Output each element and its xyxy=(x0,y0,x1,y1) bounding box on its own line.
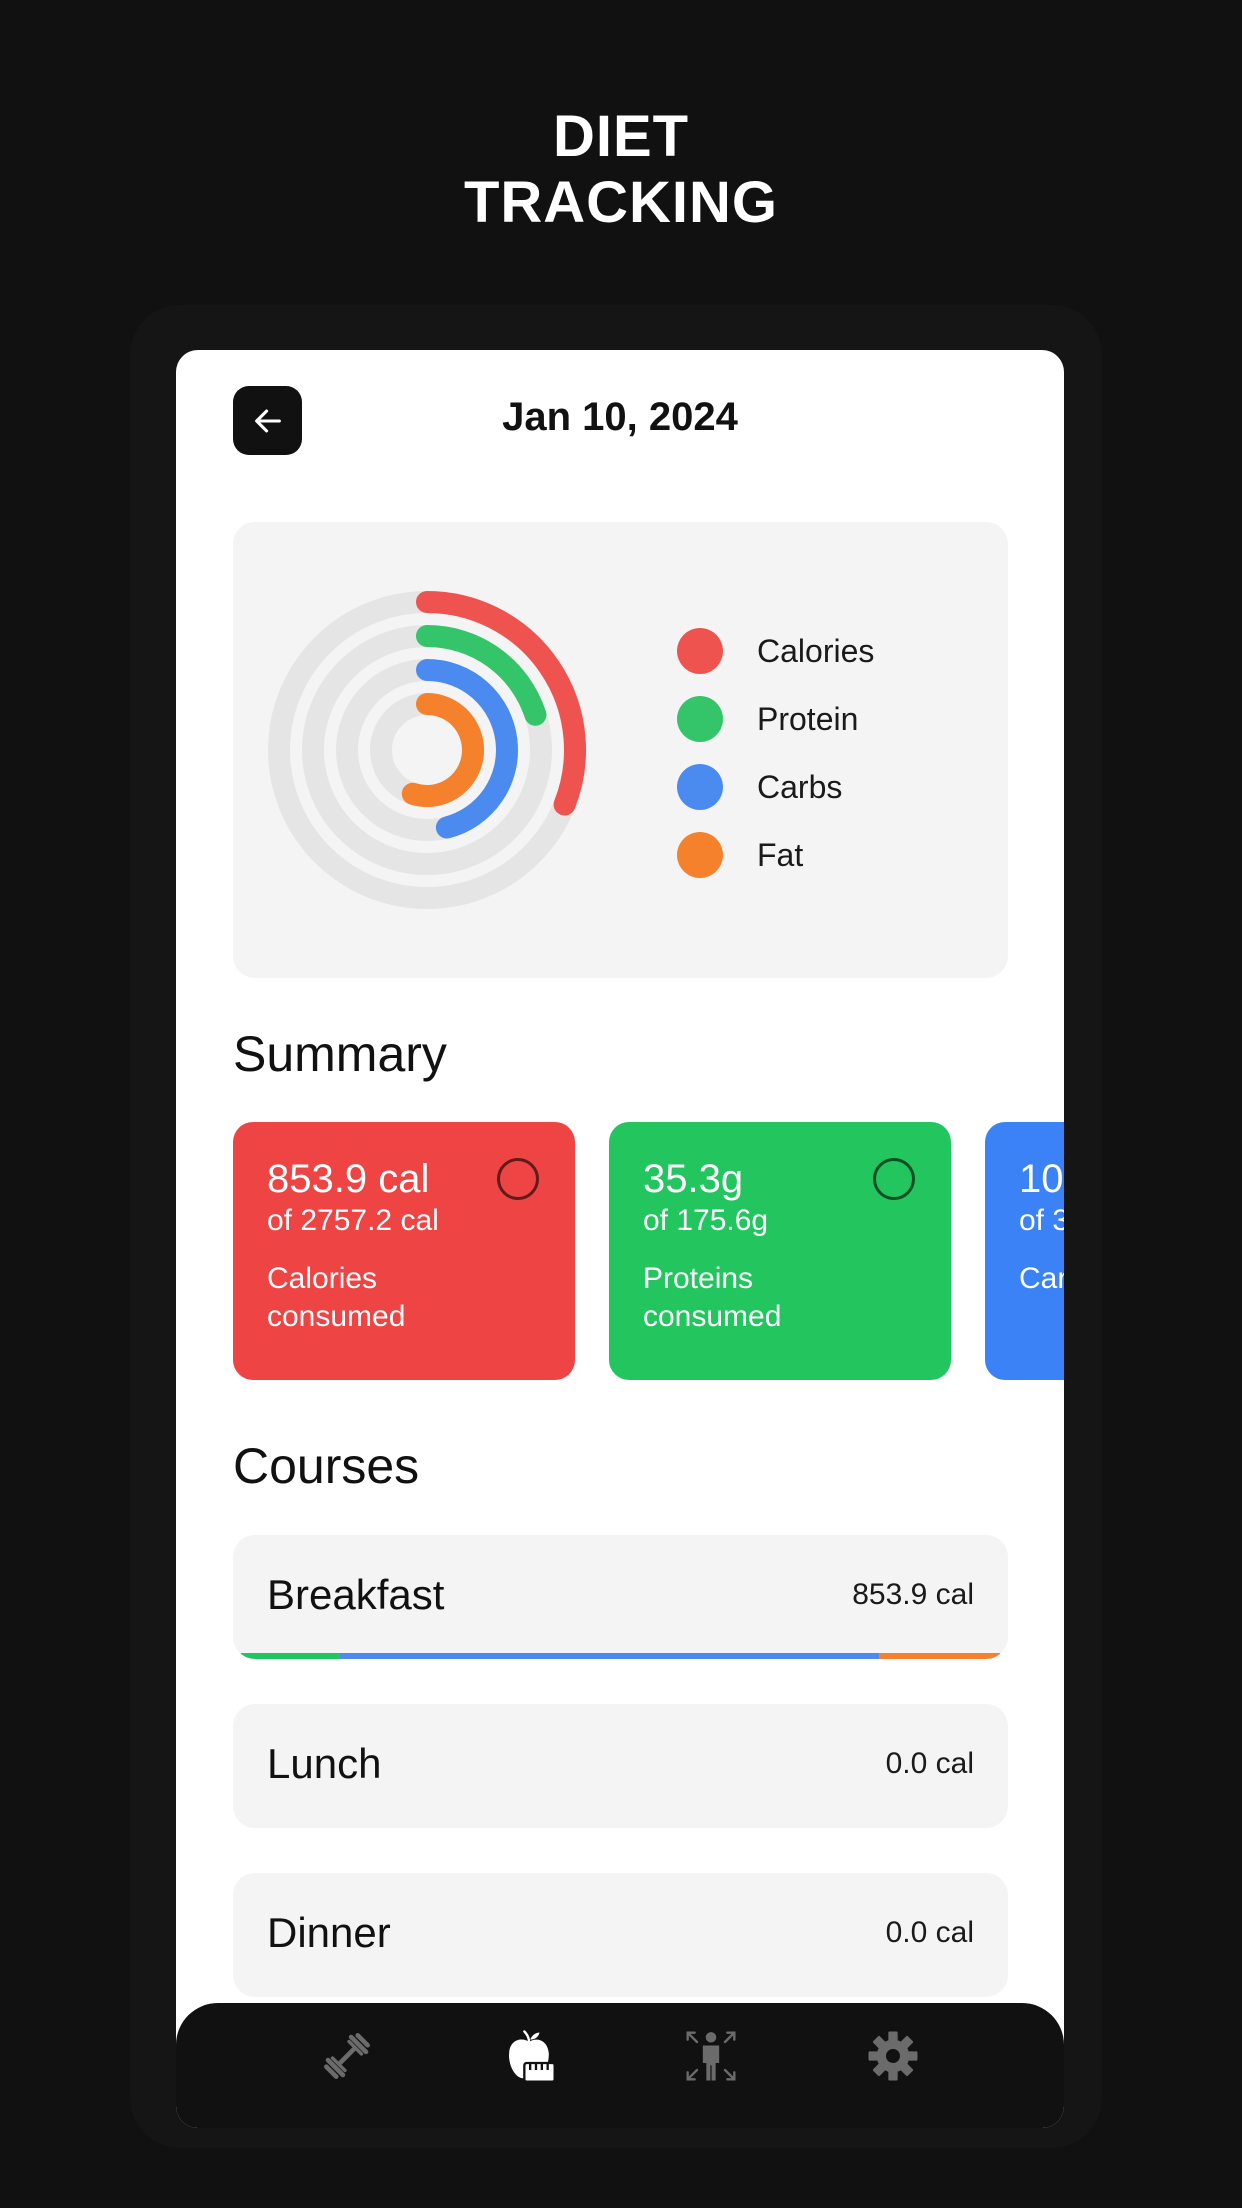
macro-seg-fat xyxy=(878,1653,1000,1659)
course-name: Breakfast xyxy=(267,1571,445,1618)
legend-label: Calories xyxy=(757,632,875,669)
promo-title-line1: DIET xyxy=(552,104,690,169)
macro-seg-protein xyxy=(241,1653,340,1659)
legend-item-carbs: Carbs xyxy=(677,753,874,821)
stat-card-calories[interactable]: 853.9 cal of 2757.2 cal Calories consume… xyxy=(233,1122,575,1380)
app-screen: Jan 10, 2024 Calories Protein Carbs Fat … xyxy=(176,350,1064,2128)
promo-title-line2: TRACKING xyxy=(463,170,779,235)
summary-carousel[interactable]: 853.9 cal of 2757.2 cal Calories consume… xyxy=(233,1122,1064,1380)
bottom-navigation xyxy=(176,2003,1064,2128)
course-name: Dinner xyxy=(267,1909,391,1956)
course-name: Lunch xyxy=(267,1740,382,1787)
course-calories: 0.0 cal xyxy=(885,1747,974,1780)
macro-ring-chart xyxy=(268,591,586,909)
page-title-date: Jan 10, 2024 xyxy=(502,395,738,439)
nav-item-settings[interactable] xyxy=(853,2011,933,2101)
circle-icon xyxy=(497,1158,539,1200)
body-measure-icon xyxy=(686,2031,736,2081)
chart-legend: Calories Protein Carbs Fat xyxy=(677,617,874,889)
nav-item-body[interactable] xyxy=(671,2011,751,2101)
nav-item-workouts[interactable] xyxy=(307,2011,387,2101)
stat-label: Proteins consumed xyxy=(643,1262,782,1333)
nav-item-diet[interactable] xyxy=(489,2011,569,2101)
legend-dot-fat xyxy=(677,832,723,878)
stat-target: of 2757.2 cal xyxy=(267,1204,439,1237)
circle-icon xyxy=(873,1158,915,1200)
apple-measure-icon xyxy=(509,2030,556,2083)
ring-arc-fat xyxy=(401,693,484,807)
course-item-dinner[interactable]: Dinner 0.0 cal xyxy=(233,1873,1008,1997)
stat-card-protein[interactable]: 35.3g of 175.6g Proteins consumed xyxy=(609,1122,951,1380)
stat-card-carbs[interactable]: 10 of 3 Car xyxy=(985,1122,1064,1380)
legend-dot-carbs xyxy=(677,764,723,810)
stat-target: of 175.6g xyxy=(643,1204,769,1237)
course-calories: 0.0 cal xyxy=(885,1916,974,1949)
course-item-lunch[interactable]: Lunch 0.0 cal xyxy=(233,1704,1008,1828)
gear-icon xyxy=(868,2031,918,2081)
course-calories: 853.9 cal xyxy=(852,1578,974,1611)
stat-target: of 3 xyxy=(1019,1204,1064,1237)
summary-heading: Summary xyxy=(233,1026,447,1082)
promo-title: DIET TRACKING xyxy=(0,104,1242,236)
courses-heading: Courses xyxy=(233,1438,420,1494)
dumbbell-icon xyxy=(324,2033,370,2079)
course-item-breakfast[interactable]: Breakfast 853.9 cal xyxy=(233,1535,1008,1659)
legend-label: Protein xyxy=(757,700,859,737)
macro-ring-chart-card: Calories Protein Carbs Fat xyxy=(233,522,1008,978)
legend-label: Fat xyxy=(757,836,804,873)
legend-dot-calories xyxy=(677,628,723,674)
legend-item-calories: Calories xyxy=(677,617,874,685)
legend-item-fat: Fat xyxy=(677,821,874,889)
legend-dot-protein xyxy=(677,696,723,742)
stat-label: Calories consumed xyxy=(267,1262,406,1333)
legend-label: Carbs xyxy=(757,768,843,805)
stat-value: 10 xyxy=(1019,1157,1064,1201)
stat-label: Car xyxy=(1019,1262,1064,1295)
macro-seg-carbs xyxy=(339,1653,879,1659)
macro-split-bar xyxy=(241,1653,1000,1659)
legend-item-protein: Protein xyxy=(677,685,874,753)
